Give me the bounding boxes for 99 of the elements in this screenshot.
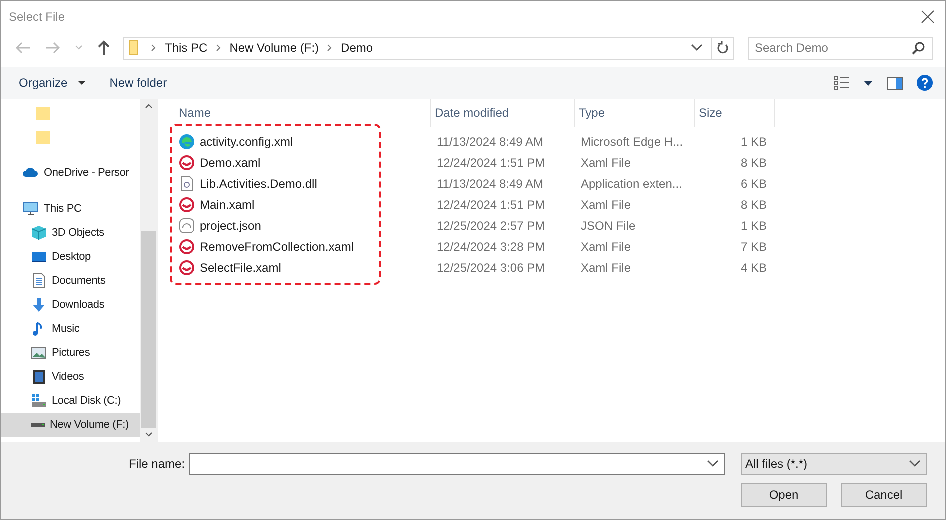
size-cell-text: 6 KB <box>740 176 768 190</box>
dll-file-icon <box>179 176 195 192</box>
size-cell-text: 4 KB <box>740 260 768 274</box>
sidebar-item[interactable]: Pictures <box>1 341 140 365</box>
file-name: activity.config.xml <box>200 134 294 148</box>
sidebar-item[interactable]: OneDrive - Persor <box>1 161 140 185</box>
file-row[interactable]: Demo.xaml 12/24/2024 1:51 PM Xaml File 8 KB <box>175 152 945 173</box>
window-title: Select File <box>9 10 66 24</box>
file-name: Lib.Activities.Demo.dll <box>200 176 318 190</box>
date-cell-text: 11/13/2024 8:49 AM <box>436 176 545 190</box>
edge-file-icon <box>179 134 195 150</box>
desktop-icon <box>31 249 47 265</box>
scrollbar[interactable] <box>140 99 157 442</box>
up-arrow-icon[interactable] <box>97 40 111 56</box>
column-header[interactable]: Size <box>695 99 775 127</box>
size-cell-text: 7 KB <box>740 240 768 254</box>
sidebar-item[interactable]: Music <box>1 317 140 341</box>
close-icon[interactable] <box>921 10 935 24</box>
type-cell-text: Xaml File <box>580 260 632 274</box>
sidebar-item[interactable]: New Volume (F:) <box>1 413 140 437</box>
file-row[interactable]: Lib.Activities.Demo.dll 11/13/2024 8:49 AM Application exten... 6 KB <box>175 173 945 194</box>
xaml-file-icon <box>179 260 195 276</box>
file-row[interactable]: RemoveFromCollection.xaml 12/24/2024 3:28 PM Xaml File 7 KB <box>175 236 945 257</box>
file-name: Demo.xaml <box>200 156 261 170</box>
file-type-dropdown[interactable]: All files (*.*) <box>740 452 927 474</box>
date-cell-text: 12/24/2024 1:51 PM <box>436 156 546 170</box>
download-icon <box>31 297 47 313</box>
organize-button[interactable]: Organize <box>19 74 86 92</box>
address-bar[interactable]: This PC New Volume (F:) Demo <box>123 36 734 60</box>
sidebar-item[interactable]: Documents <box>1 269 140 293</box>
type-cell-text: Xaml File <box>580 156 632 170</box>
search-field[interactable]: Search Demo <box>748 36 933 60</box>
sidebar-item[interactable]: Local Disk (C:) <box>1 389 140 413</box>
folder-icon <box>35 105 51 121</box>
windisk-icon <box>31 393 47 409</box>
date-cell-text: 11/13/2024 8:49 AM <box>436 134 545 148</box>
folder-icon <box>35 129 51 145</box>
sidebar-item[interactable]: Videos <box>1 365 140 389</box>
date-cell-text: 12/24/2024 1:51 PM <box>436 198 546 212</box>
chevron-down-icon[interactable] <box>691 44 703 52</box>
size-cell-text: 8 KB <box>740 198 768 212</box>
breadcrumb-item[interactable]: New Volume (F:) <box>230 41 320 55</box>
sidebar-item[interactable]: 3D Objects <box>1 221 140 245</box>
chevron-right-icon <box>327 44 334 52</box>
breadcrumb-item[interactable]: This PC <box>165 41 208 55</box>
type-cell-text: JSON File <box>580 218 637 232</box>
column-header[interactable]: Name <box>175 99 431 127</box>
size-cell-text: 1 KB <box>740 134 768 148</box>
new-folder-button[interactable]: New folder <box>110 74 168 92</box>
type-cell-text: Microsoft Edge H... <box>580 134 684 148</box>
json-file-icon <box>179 218 195 234</box>
pc-icon <box>23 201 39 217</box>
help-icon[interactable] <box>917 75 933 91</box>
xaml-file-icon <box>179 154 195 170</box>
date-cell-text: 12/25/2024 2:57 PM <box>436 218 546 232</box>
sidebar-item[interactable]: Desktop <box>1 245 140 269</box>
picture-icon <box>31 345 47 361</box>
scroll-down-icon[interactable] <box>144 432 152 437</box>
field-label: File name: <box>129 456 186 470</box>
type-cell-text: Xaml File <box>580 198 632 212</box>
chevron-down-icon <box>706 460 718 468</box>
file-name: project.json <box>200 218 262 232</box>
xaml-file-icon <box>179 196 195 212</box>
type-cell-text: Xaml File <box>580 240 632 254</box>
video-icon <box>31 369 47 385</box>
size-cell-text: 1 KB <box>740 218 768 232</box>
file-name: Main.xaml <box>200 198 255 212</box>
xaml-file-icon <box>179 238 195 254</box>
date-cell-text: 12/24/2024 3:28 PM <box>436 240 546 254</box>
file-row[interactable]: activity.config.xml 11/13/2024 8:49 AM Microsoft Edge H... 1 KB <box>175 131 945 152</box>
size-cell-text: 8 KB <box>740 156 768 170</box>
cancel-button[interactable]: Cancel <box>841 483 927 507</box>
caret-icon <box>78 80 86 86</box>
search-icon[interactable] <box>912 42 925 54</box>
sidebar-item[interactable]: This PC <box>1 197 140 221</box>
chevron-right-icon <box>216 44 222 52</box>
file-name-field[interactable] <box>189 452 724 474</box>
cube-icon <box>31 225 47 241</box>
column-header[interactable]: Type <box>575 99 695 127</box>
refresh-icon[interactable] <box>716 41 728 55</box>
type-cell-text: Application exten... <box>580 176 684 190</box>
scroll-up-icon[interactable] <box>144 104 152 109</box>
open-button[interactable]: Open <box>741 483 827 507</box>
file-row[interactable]: Main.xaml 12/24/2024 1:51 PM Xaml File 8 KB <box>175 194 945 215</box>
chevron-down-icon <box>909 460 921 468</box>
file-name: SelectFile.xaml <box>200 260 282 274</box>
date-cell-text: 12/25/2024 3:06 PM <box>436 260 546 274</box>
file-row[interactable]: project.json 12/25/2024 2:57 PM JSON File 1 KB <box>175 215 945 236</box>
document-icon <box>31 273 47 289</box>
scroll-thumb[interactable] <box>141 231 156 428</box>
breadcrumb-item[interactable]: Demo <box>341 41 374 55</box>
column-header[interactable]: Date modified <box>431 99 575 127</box>
sidebar-item[interactable]: Downloads <box>1 293 140 317</box>
view-list-icon[interactable] <box>834 76 850 90</box>
caret-icon[interactable] <box>864 80 873 86</box>
file-name: RemoveFromCollection.xaml <box>200 240 354 254</box>
chevron-right-icon <box>151 44 157 52</box>
file-row[interactable]: SelectFile.xaml 12/25/2024 3:06 PM Xaml File 4 KB <box>175 257 945 278</box>
preview-pane-icon[interactable] <box>887 76 903 90</box>
